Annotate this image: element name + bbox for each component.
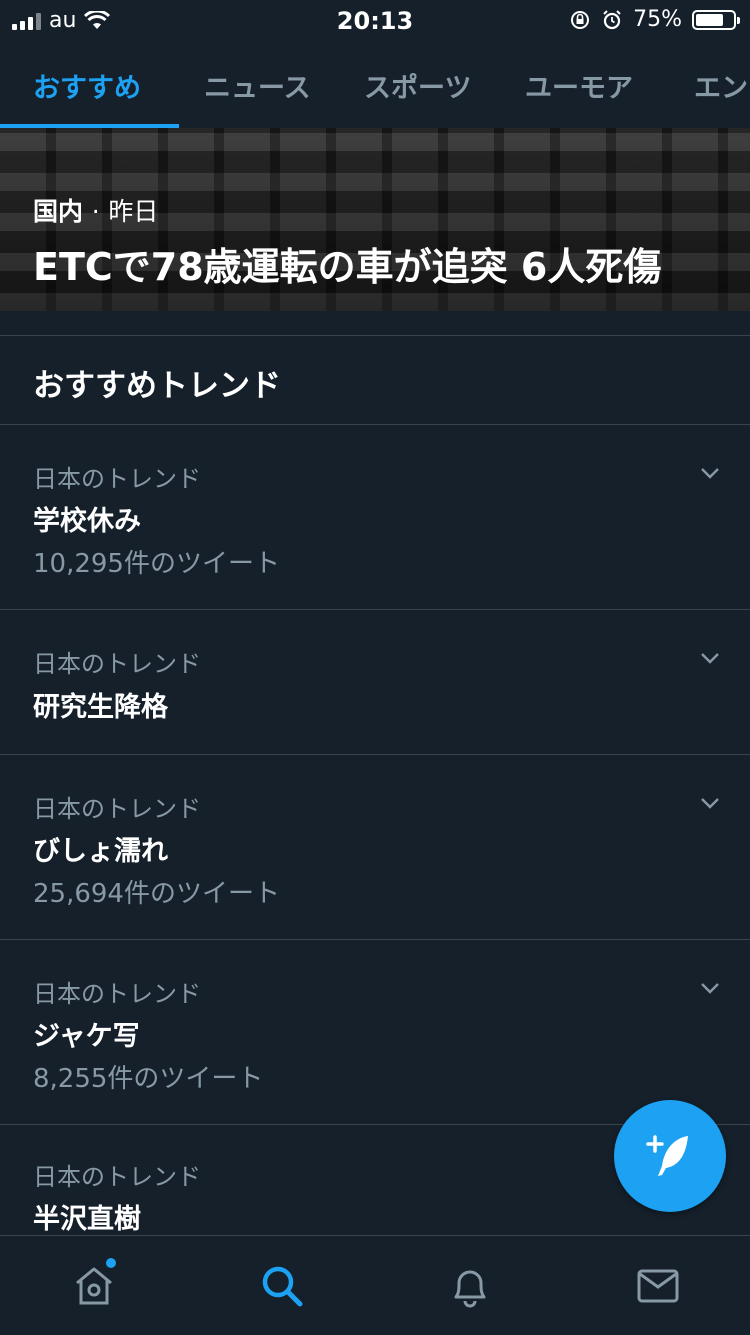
trend-category: 日本のトレンド xyxy=(33,465,201,493)
trend-category: 日本のトレンド xyxy=(33,980,201,1008)
search-icon xyxy=(262,1266,303,1307)
hero-separator: · xyxy=(91,197,100,226)
trend-category: 日本のトレンド xyxy=(33,1163,201,1191)
bell-icon xyxy=(454,1270,486,1308)
nav-notifications[interactable] xyxy=(446,1262,494,1310)
trend-item[interactable]: 日本のトレンド 研究生降格 xyxy=(0,610,750,755)
trend-name[interactable]: 半沢直樹 xyxy=(33,1197,141,1236)
trend-tweet-count: 25,694件のツイート xyxy=(33,879,280,909)
tab-news[interactable]: ニュース xyxy=(204,66,311,105)
trend-name[interactable]: びしょ濡れ xyxy=(33,829,168,868)
bottom-navigation xyxy=(0,1235,750,1335)
rotation-lock-icon xyxy=(571,10,590,29)
chevron-down-icon[interactable] xyxy=(700,648,720,668)
hero-time: 昨日 xyxy=(108,197,159,226)
explore-tabs: おすすめ ニュース スポーツ ユーモア エン xyxy=(0,42,750,129)
section-divider xyxy=(0,311,750,336)
new-content-indicator xyxy=(106,1258,116,1268)
trend-tweet-count: 10,295件のツイート xyxy=(33,549,280,579)
trend-category: 日本のトレンド xyxy=(33,795,201,823)
chevron-down-icon[interactable] xyxy=(700,793,720,813)
trend-name[interactable]: 研究生降格 xyxy=(33,685,168,724)
trend-tweet-count: 8,255件のツイート xyxy=(33,1064,264,1094)
nav-search[interactable] xyxy=(258,1262,306,1310)
tab-humor[interactable]: ユーモア xyxy=(525,66,633,105)
envelope-icon xyxy=(637,1269,679,1303)
trend-item[interactable]: 日本のトレンド 学校休み 10,295件のツイート xyxy=(0,425,750,610)
tab-sports[interactable]: スポーツ xyxy=(364,66,471,105)
hero-news-card[interactable]: 国内 · 昨日 ETCで78歳運転の車が追突 6人死傷 xyxy=(0,128,750,311)
battery-fill xyxy=(696,13,723,26)
battery-percent: 75% xyxy=(633,7,682,32)
hero-meta: 国内 · 昨日 xyxy=(33,192,158,228)
status-right: 75% xyxy=(569,7,740,32)
section-title: おすすめトレンド xyxy=(33,368,281,404)
chevron-down-icon[interactable] xyxy=(700,463,720,483)
tab-entertainment[interactable]: エン xyxy=(694,66,748,105)
trend-item[interactable]: 日本のトレンド ジャケ写 8,255件のツイート xyxy=(0,940,750,1125)
battery-icon xyxy=(692,9,740,30)
nav-messages[interactable] xyxy=(634,1262,682,1310)
tab-osusume[interactable]: おすすめ xyxy=(33,66,141,105)
compose-tweet-button[interactable] xyxy=(614,1100,726,1212)
trend-item[interactable]: 日本のトレンド びしょ濡れ 25,694件のツイート xyxy=(0,755,750,940)
chevron-down-icon[interactable] xyxy=(700,978,720,998)
home-icon xyxy=(76,1267,112,1305)
trend-name[interactable]: ジャケ写 xyxy=(33,1014,140,1053)
nav-home[interactable] xyxy=(70,1258,118,1310)
trend-name[interactable]: 学校休み xyxy=(33,499,141,538)
hero-headline[interactable]: ETCで78歳運転の車が追突 6人死傷 xyxy=(33,236,661,291)
alarm-icon xyxy=(603,9,621,29)
hero-category: 国内 xyxy=(33,197,84,226)
compose-tweet-icon xyxy=(646,1135,688,1176)
status-bar: au 20:13 75% xyxy=(0,0,750,42)
trend-category: 日本のトレンド xyxy=(33,650,201,678)
